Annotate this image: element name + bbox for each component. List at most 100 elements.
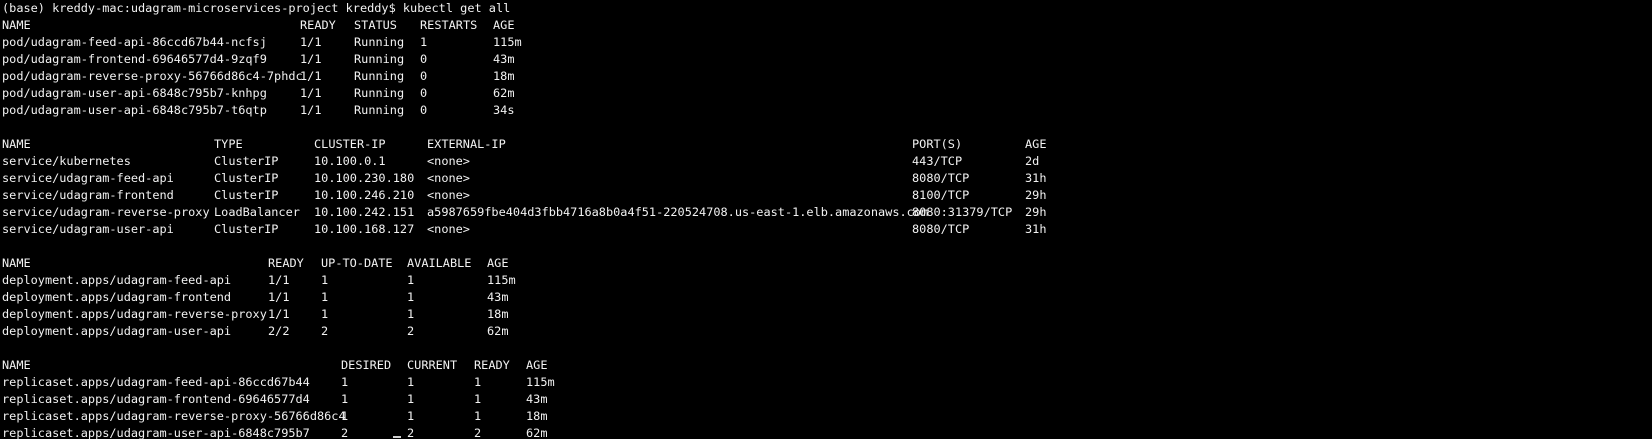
table-cell: Running	[354, 103, 405, 117]
table-cell: 0	[420, 52, 428, 66]
pods-row: pod/udagram-frontend-69646577d4-9zqf9 1/1…	[2, 51, 1652, 68]
column-header: UP-TO-DATE	[321, 256, 393, 270]
table-cell: 1	[321, 273, 329, 287]
table-cell: 43m	[493, 52, 515, 66]
pods-row: pod/udagram-reverse-proxy-56766d86c4-7ph…	[2, 68, 1652, 85]
services-table: NAME TYPE CLUSTER-IP EXTERNAL-IP PORT(S) AGE s…	[2, 136, 1652, 238]
deployments-row: deployment.apps/udagram-frontend 1/1 1 1 43m	[2, 289, 1652, 306]
table-cell: 29h	[1025, 188, 1047, 202]
replicasets-row: replicaset.apps/udagram-reverse-proxy-56…	[2, 408, 1652, 425]
column-header: STATUS	[354, 18, 397, 32]
table-cell: 8100/TCP	[912, 188, 970, 202]
command-prompt: (base) kreddy-mac:udagram-microservices-…	[2, 1, 511, 15]
services-row: service/udagram-reverse-proxy LoadBalance…	[2, 204, 1652, 221]
table-cell: 1	[321, 290, 329, 304]
table-cell: pod/udagram-user-api-6848c795b7-knhpg	[2, 86, 267, 100]
table-cell: <none>	[427, 188, 470, 202]
table-cell: 43m	[487, 290, 509, 304]
column-header: AGE	[526, 358, 548, 372]
table-cell: 1	[474, 375, 482, 389]
column-header: PORT(S)	[912, 137, 963, 151]
table-cell: ClusterIP	[214, 222, 279, 236]
column-header: CLUSTER-IP	[314, 137, 386, 151]
column-header: READY	[268, 256, 304, 270]
table-cell: 2	[474, 426, 482, 439]
table-cell: ClusterIP	[214, 154, 279, 168]
table-cell: deployment.apps/udagram-feed-api	[2, 273, 232, 287]
table-cell: 1	[474, 392, 482, 406]
table-cell: 1/1	[268, 290, 290, 304]
table-cell: 2d	[1025, 154, 1040, 168]
table-cell: 115m	[487, 273, 516, 287]
table-cell: pod/udagram-frontend-69646577d4-9zqf9	[2, 52, 267, 66]
table-cell: 1	[407, 409, 415, 423]
table-cell: 115m	[493, 35, 522, 49]
table-cell: 0	[420, 103, 428, 117]
table-cell: service/udagram-user-api	[2, 222, 174, 236]
table-cell: Running	[354, 86, 405, 100]
table-cell: 1/1	[300, 35, 322, 49]
table-cell: 10.100.242.151	[314, 205, 415, 219]
column-header: AVAILABLE	[407, 256, 472, 270]
column-header: NAME	[2, 137, 31, 151]
services-row: service/udagram-frontend ClusterIP 10.100.…	[2, 187, 1652, 204]
table-cell: 1	[407, 375, 415, 389]
services-header-row: NAME TYPE CLUSTER-IP EXTERNAL-IP PORT(S) AGE	[2, 136, 1652, 153]
table-cell: LoadBalancer	[214, 205, 300, 219]
table-cell: deployment.apps/udagram-frontend	[2, 290, 232, 304]
replicasets-table: NAME DESIRED CURRENT READY AGE replicaset.app…	[2, 357, 1652, 439]
table-cell: 10.100.0.1	[314, 154, 386, 168]
table-cell: replicaset.apps/udagram-feed-api-86ccd67…	[2, 375, 310, 389]
table-cell: replicaset.apps/udagram-frontend-6964657…	[2, 392, 310, 406]
table-cell: 1	[407, 273, 415, 287]
services-row: service/udagram-user-api ClusterIP 10.100.…	[2, 221, 1652, 238]
table-cell: 115m	[526, 375, 555, 389]
table-cell: 1	[341, 392, 349, 406]
text-cursor	[393, 436, 401, 438]
table-cell: pod/udagram-reverse-proxy-56766d86c4-7ph…	[2, 69, 303, 83]
table-cell: <none>	[427, 222, 470, 236]
table-cell: 29h	[1025, 205, 1047, 219]
terminal-window[interactable]: (base) kreddy-mac:udagram-microservices-…	[0, 0, 1652, 439]
column-header: READY	[474, 358, 510, 372]
table-cell: 1	[341, 409, 349, 423]
table-cell: 10.100.246.210	[314, 188, 415, 202]
table-cell: service/udagram-reverse-proxy	[2, 205, 210, 219]
table-cell: 31h	[1025, 171, 1047, 185]
table-cell: a5987659fbe404d3fbb4716a8b0a4f51-2205247…	[427, 205, 929, 219]
table-cell: 2	[321, 324, 329, 338]
column-header: RESTARTS	[420, 18, 478, 32]
column-header: NAME	[2, 256, 31, 270]
replicasets-header-row: NAME DESIRED CURRENT READY AGE	[2, 357, 1652, 374]
table-cell: Running	[354, 69, 405, 83]
column-header: AGE	[493, 18, 515, 32]
deployments-row: deployment.apps/udagram-user-api 2/2 2 2 62m	[2, 323, 1652, 340]
table-cell: 1	[420, 35, 428, 49]
table-cell: deployment.apps/udagram-reverse-proxy	[2, 307, 267, 321]
replicasets-row: replicaset.apps/udagram-feed-api-86ccd67…	[2, 374, 1652, 391]
table-cell: replicaset.apps/udagram-user-api-6848c79…	[2, 426, 310, 439]
table-cell: 2	[341, 426, 349, 439]
table-cell: pod/udagram-user-api-6848c795b7-t6qtp	[2, 103, 267, 117]
table-cell: 1	[407, 307, 415, 321]
table-cell: 18m	[526, 409, 548, 423]
pods-row: pod/udagram-user-api-6848c795b7-knhpg 1/1…	[2, 85, 1652, 102]
table-cell: 10.100.168.127	[314, 222, 415, 236]
replicasets-row: replicaset.apps/udagram-frontend-6964657…	[2, 391, 1652, 408]
column-header: AGE	[487, 256, 509, 270]
table-cell: service/udagram-frontend	[2, 188, 174, 202]
deployments-row: deployment.apps/udagram-feed-api 1/1 1 1 115…	[2, 272, 1652, 289]
table-cell: <none>	[427, 171, 470, 185]
column-header: AGE	[1025, 137, 1047, 151]
table-cell: 62m	[493, 86, 515, 100]
table-cell: 8080/TCP	[912, 222, 970, 236]
prompt-line: (base) kreddy-mac:udagram-microservices-…	[2, 0, 1652, 17]
table-cell: Running	[354, 52, 405, 66]
pods-table: NAME READY STATUS RESTARTS AGE pod/udagram-fe…	[2, 17, 1652, 119]
pods-row: pod/udagram-user-api-6848c795b7-t6qtp 1/1…	[2, 102, 1652, 119]
table-cell: 10.100.230.180	[314, 171, 415, 185]
table-cell: 1	[474, 409, 482, 423]
table-cell: 0	[420, 69, 428, 83]
